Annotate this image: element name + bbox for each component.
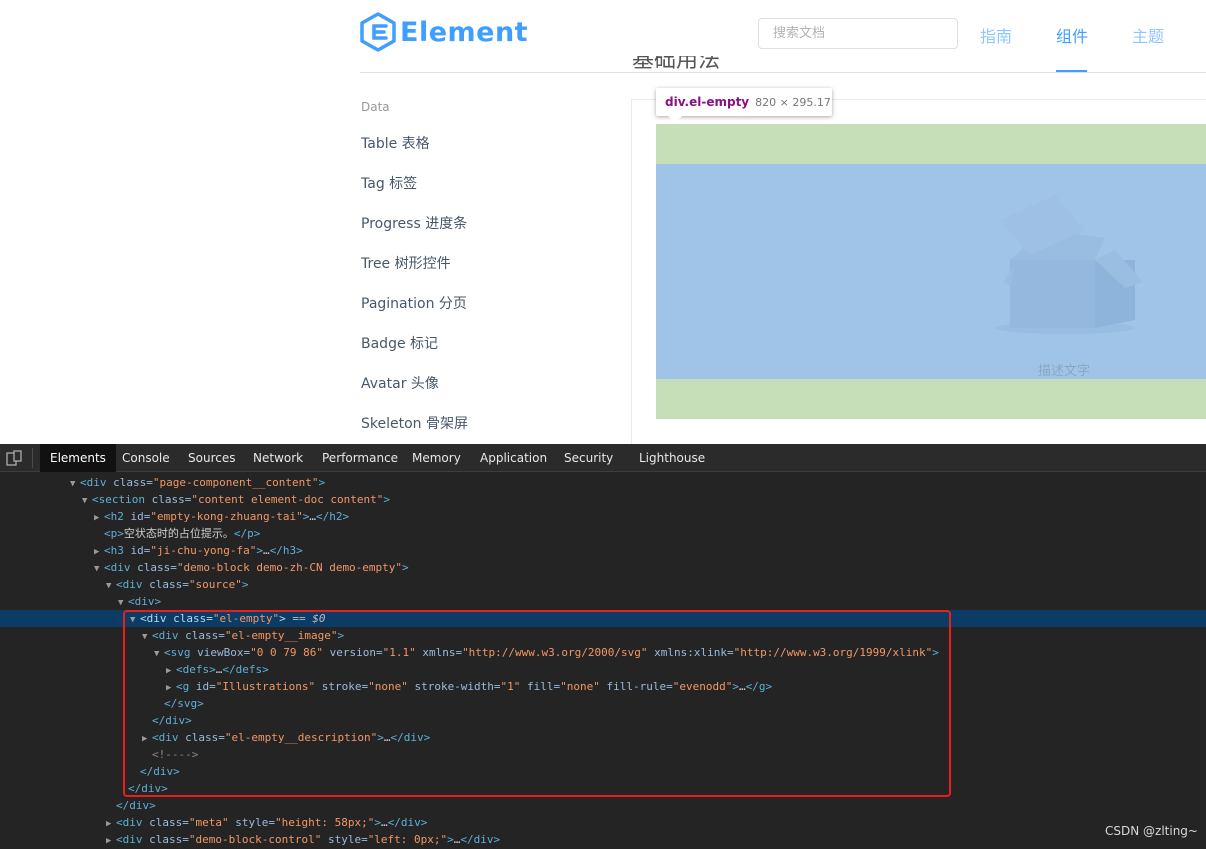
sidebar-group-data: Data [361,100,390,114]
inspect-tooltip: div.el-empty 820 × 295.17 [656,88,832,116]
tab-elements[interactable]: Elements [40,444,116,472]
watermark: CSDN @zlting~ [1105,824,1198,838]
nav-guide[interactable]: 指南 [980,23,1012,47]
page-viewport: Element 搜索文档 指南 组件 主题 基础用法 Data Table 表格… [0,0,1206,444]
sidebar-item-avatar[interactable]: Avatar 头像 [361,373,439,393]
sidebar-item-progress[interactable]: Progress 进度条 [361,213,467,233]
annotation-highlight-box [123,610,951,797]
nav-theme[interactable]: 主题 [1132,23,1164,47]
tooltip-tag: div.el-empty [665,95,750,109]
dom-node[interactable]: ▶ <h3 id="ji-chu-yong-fa">…</h3> [0,542,1206,559]
element-logo[interactable]: Element [360,12,528,52]
sidebar-item-skeleton[interactable]: Skeleton 骨架屏 [361,413,468,433]
devtools-tabbar: Elements Console Sources Network Perform… [0,444,1206,472]
tab-network[interactable]: Network [243,444,313,472]
sidebar-item-tag[interactable]: Tag 标签 [361,173,417,193]
tab-performance[interactable]: Performance [312,444,408,472]
element-logo-icon [360,12,396,52]
dom-node[interactable]: ▼ <div class="source"> [0,576,1206,593]
tab-memory[interactable]: Memory [402,444,471,472]
search-docs-input[interactable]: 搜索文档 [758,18,958,49]
devtools-divider [32,448,33,468]
sidebar-item-badge[interactable]: Badge 标记 [361,333,438,353]
sidebar-item-table[interactable]: Table 表格 [361,133,430,153]
empty-box-icon [995,195,1143,334]
dom-node[interactable]: ▼ <div class="demo-block demo-zh-CN demo-… [0,559,1206,576]
sidebar-item-tree[interactable]: Tree 树形控件 [361,253,451,273]
device-toolbar-icon[interactable] [6,450,22,466]
tab-console[interactable]: Console [112,444,180,472]
dom-node[interactable]: ▶ <div class="meta" style="height: 58px;"… [0,814,1206,831]
tab-security[interactable]: Security [554,444,623,472]
section-heading: 基础用法 [632,56,721,73]
dom-node[interactable]: ▼ <div class="page-component__content"> [0,474,1206,491]
dom-node[interactable]: </div> [0,797,1206,814]
dom-node[interactable]: ▼ <section class="content element-doc con… [0,491,1206,508]
dom-node[interactable]: ▶ <h2 id="empty-kong-zhuang-tai">…</h2> [0,508,1206,525]
empty-description: 描述文字 [1038,364,1091,379]
dom-node[interactable]: ▶ <div class="demo-block-control" style="… [0,831,1206,848]
dom-node[interactable]: ▼ <div> [0,593,1206,610]
tab-application[interactable]: Application [470,444,557,472]
dom-node[interactable]: <p>空状态时的占位提示。</p> [0,525,1206,542]
tab-sources[interactable]: Sources [178,444,245,472]
logo-text: Element [400,16,529,48]
tooltip-arrow [668,116,682,123]
tooltip-dimensions: 820 × 295.17 [755,96,831,109]
tab-lighthouse[interactable]: Lighthouse [629,444,715,472]
header-divider [360,72,1206,73]
sidebar-item-pagination[interactable]: Pagination 分页 [361,293,467,313]
nav-components[interactable]: 组件 [1056,23,1088,47]
